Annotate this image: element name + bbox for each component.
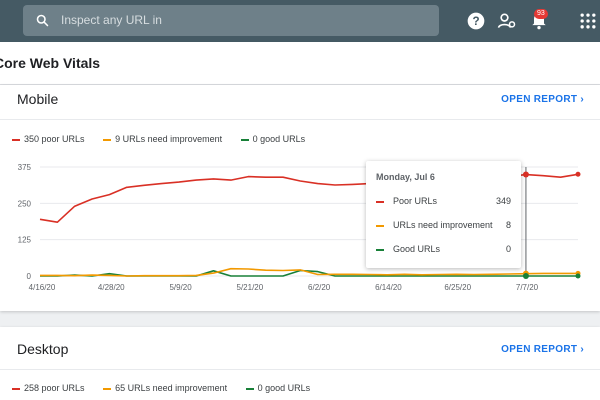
apps-grid-icon[interactable] <box>578 11 598 31</box>
y-tick-label: 0 <box>27 272 32 281</box>
desktop-card: Desktop OPEN REPORT › 258 poor URLs 65 U… <box>0 327 600 400</box>
legend-label: 350 poor URLs <box>24 134 85 144</box>
legend-swatch <box>103 387 112 390</box>
chart-tooltip: Monday, Jul 6 Poor URLs 349 URLs need im… <box>366 161 521 268</box>
card-divider <box>0 119 600 120</box>
chevron-right-icon: › <box>580 94 584 105</box>
x-tick-label: 6/2/20 <box>308 283 331 292</box>
card-divider <box>0 369 600 370</box>
tooltip-row-good: Good URLs 0 <box>376 244 511 256</box>
legend-swatch <box>245 387 254 390</box>
legend-swatch <box>12 387 20 390</box>
tooltip-label: URLs need improvement <box>393 220 493 230</box>
legend-item-poor[interactable]: 258 poor URLs <box>12 383 85 393</box>
hover-point <box>522 171 529 178</box>
legend-label: 0 good URLs <box>257 383 311 393</box>
desktop-open-report-link[interactable]: OPEN REPORT › <box>501 344 584 355</box>
legend-item-needs-improvement[interactable]: 9 URLs need improvement <box>103 134 222 144</box>
x-tick-label: 7/7/20 <box>516 283 539 292</box>
y-tick-label: 375 <box>18 163 32 172</box>
search-icon <box>36 14 49 27</box>
legend-label: 65 URLs need improvement <box>115 383 228 393</box>
desktop-card-title: Desktop <box>17 341 69 357</box>
tooltip-row-needs-improvement: URLs need improvement 8 <box>376 220 511 232</box>
tooltip-value: 8 <box>505 220 511 230</box>
end-point <box>575 273 581 279</box>
svg-text:?: ? <box>472 15 479 28</box>
tooltip-swatch <box>376 225 384 227</box>
tooltip-swatch <box>376 249 384 251</box>
legend-item-needs-improvement[interactable]: 65 URLs need improvement <box>103 383 227 393</box>
manage-users-icon[interactable] <box>497 11 517 31</box>
end-point <box>575 171 581 177</box>
tooltip-value: 0 <box>505 244 511 254</box>
legend-label: 258 poor URLs <box>24 383 85 393</box>
tooltip-label: Good URLs <box>393 244 441 254</box>
open-report-label[interactable]: OPEN REPORT <box>501 94 577 105</box>
legend-item-good[interactable]: 0 good URLs <box>245 383 311 393</box>
help-icon[interactable]: ? <box>466 11 486 31</box>
hover-point <box>522 273 529 279</box>
mobile-legend: 350 poor URLs 9 URLs need improvement 0 … <box>12 134 321 144</box>
desktop-legend: 258 poor URLs 65 URLs need improvement 0… <box>12 383 326 393</box>
tooltip-value: 349 <box>495 196 511 206</box>
mobile-open-report-link[interactable]: OPEN REPORT › <box>501 94 584 105</box>
legend-item-poor[interactable]: 350 poor URLs <box>12 134 85 144</box>
tooltip-date: Monday, Jul 6 <box>376 172 435 182</box>
x-tick-label: 6/14/20 <box>375 283 402 292</box>
top-app-bar: Inspect any URL in ? 93 <box>0 0 600 42</box>
legend-label: 9 URLs need improvement <box>115 134 223 144</box>
mobile-card-title: Mobile <box>17 91 59 107</box>
page-header: Core Web Vitals <box>0 42 600 85</box>
y-tick-label: 125 <box>18 236 32 245</box>
x-tick-label: 6/25/20 <box>444 283 471 292</box>
x-tick-label: 4/28/20 <box>98 283 125 292</box>
url-inspection-search[interactable]: Inspect any URL in <box>23 5 439 36</box>
legend-swatch <box>103 138 112 141</box>
search-placeholder[interactable]: Inspect any URL in <box>61 13 162 27</box>
x-tick-label: 4/16/20 <box>29 283 56 292</box>
legend-swatch <box>12 138 20 141</box>
x-tick-label: 5/9/20 <box>169 283 192 292</box>
tooltip-swatch <box>376 201 384 203</box>
open-report-label[interactable]: OPEN REPORT <box>501 344 577 355</box>
notification-count-badge: 93 <box>534 9 548 19</box>
y-tick-label: 250 <box>18 199 32 208</box>
chevron-right-icon: › <box>580 344 584 355</box>
legend-label: 0 good URLs <box>252 134 306 144</box>
legend-swatch <box>240 138 249 141</box>
x-tick-label: 5/21/20 <box>237 283 264 292</box>
tooltip-row-poor: Poor URLs 349 <box>376 196 511 208</box>
legend-item-good[interactable]: 0 good URLs <box>240 134 306 144</box>
page-title: Core Web Vitals <box>0 55 101 71</box>
tooltip-label: Poor URLs <box>393 196 438 206</box>
